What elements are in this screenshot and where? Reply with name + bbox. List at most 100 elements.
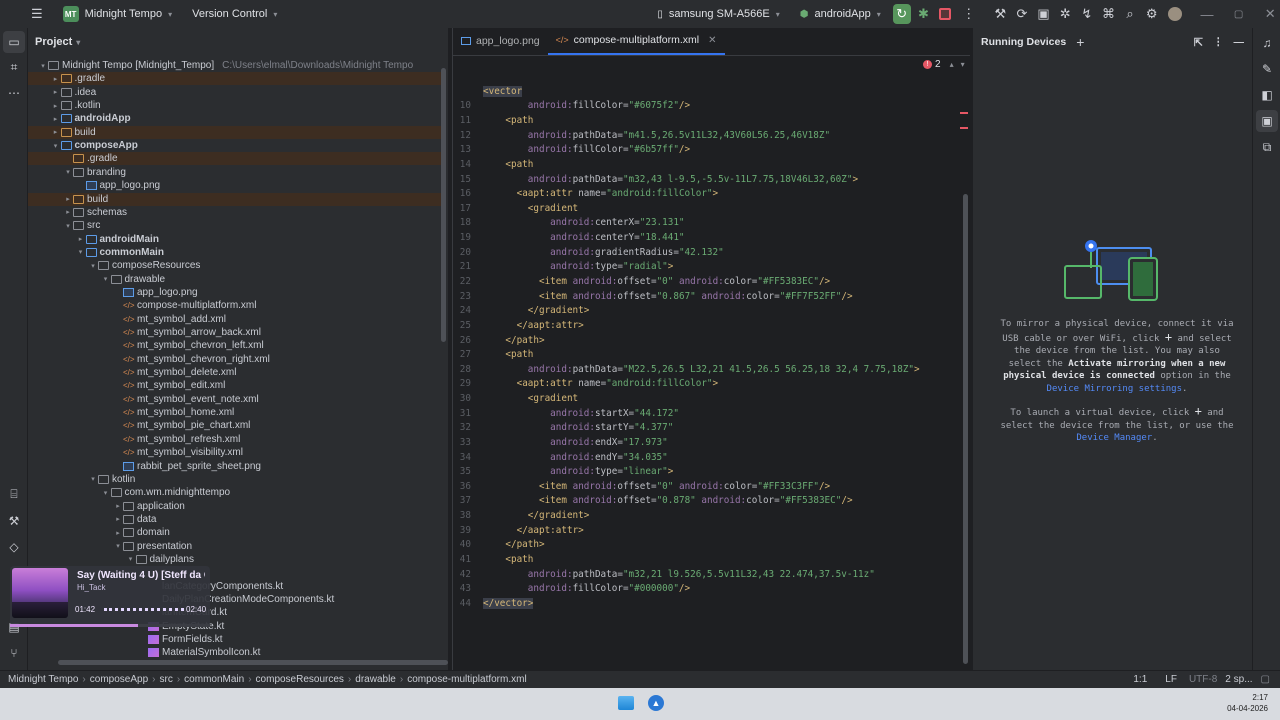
resource-manager-icon[interactable]: ⌗	[3, 56, 25, 78]
tree-item[interactable]: ▸ .gradle	[28, 72, 442, 86]
lock-icon[interactable]: ▢	[1261, 674, 1270, 685]
bug-icon[interactable]: ✲	[1055, 3, 1075, 25]
code-line[interactable]: <vector	[453, 84, 953, 99]
code-area[interactable]: <vector 10 android:fillColor="#6075f2"/> 1…	[453, 56, 971, 670]
code-line[interactable]: 13 android:fillColor="#6b57ff"/>	[453, 143, 953, 158]
code-line[interactable]: 44 </vector>	[453, 596, 953, 611]
add-device-icon[interactable]: +	[1076, 34, 1084, 50]
expanded-arrow-icon[interactable]: ▾	[101, 275, 111, 283]
error-marker[interactable]	[960, 127, 968, 129]
tree-item[interactable]: ▾ dailyplans	[28, 553, 442, 566]
code-line[interactable]: 25 </aapt:attr>	[453, 318, 953, 333]
hide-panel-icon[interactable]: —	[1234, 36, 1245, 48]
tree-item[interactable]: ▾ kotlin	[28, 473, 442, 486]
code-line[interactable]: 34 android:endY="34.035"	[453, 450, 953, 465]
gemini-icon[interactable]: ✎	[1256, 58, 1278, 80]
tree-item[interactable]: </> mt_symbol_event_note.xml	[28, 393, 442, 406]
media-player-overlay[interactable]: Say (Waiting 4 U) [Steff da C Hi_Tack 01…	[10, 566, 210, 626]
collapsed-arrow-icon[interactable]: ▸	[113, 529, 123, 537]
tree-item[interactable]: ▾ presentation	[28, 540, 442, 553]
vcs-selector[interactable]: Version Control ▾	[186, 3, 283, 25]
file-encoding[interactable]: UTF-8	[1189, 674, 1217, 685]
tree-item[interactable]: ▾ composeResources	[28, 259, 442, 272]
code-line[interactable]: 23 <item android:offset="0.867" android:…	[453, 289, 953, 304]
collapsed-arrow-icon[interactable]: ▸	[51, 88, 61, 96]
notifications-icon[interactable]: ♫	[1256, 32, 1278, 54]
project-selector[interactable]: MT Midnight Tempo ▾	[57, 3, 178, 25]
tree-item[interactable]: ▸ .kotlin	[28, 99, 442, 112]
indent-setting[interactable]: 2 sp...	[1225, 674, 1252, 685]
device-explorer-icon[interactable]: ⧉	[1256, 136, 1278, 158]
stop-icon[interactable]	[935, 3, 955, 25]
tree-item[interactable]: ▸ androidApp	[28, 112, 442, 125]
tree-item[interactable]: </> mt_symbol_arrow_back.xml	[28, 326, 442, 339]
expanded-arrow-icon[interactable]: ▾	[38, 62, 48, 70]
more-options-icon[interactable]: ⋮	[1213, 36, 1224, 48]
collapsed-arrow-icon[interactable]: ▸	[113, 515, 123, 523]
tree-item[interactable]: </> mt_symbol_refresh.xml	[28, 433, 442, 446]
code-line[interactable]: 11 <path	[453, 113, 953, 128]
code-line[interactable]: 16 <aapt:attr name="android:fillColor">	[453, 186, 953, 201]
gradle-icon[interactable]: ◧	[1256, 84, 1278, 106]
code-line[interactable]: 17 <gradient	[453, 201, 953, 216]
collapsed-arrow-icon[interactable]: ▸	[51, 128, 61, 136]
code-line[interactable]: 29 <aapt:attr name="android:fillColor">	[453, 377, 953, 392]
project-tool-icon[interactable]: ▭	[3, 31, 25, 53]
tree-item[interactable]: </> mt_symbol_pie_chart.xml	[28, 419, 442, 432]
breadcrumb-item[interactable]: compose-multiplatform.xml	[407, 674, 526, 685]
settings-gear-icon[interactable]: ⚙	[1142, 3, 1162, 25]
expanded-arrow-icon[interactable]: ▾	[63, 168, 73, 176]
tree-item[interactable]: ▸ schemas	[28, 206, 442, 219]
tree-item[interactable]: .gradle	[28, 152, 442, 166]
avatar[interactable]	[1166, 3, 1186, 25]
code-line[interactable]: 14 <path	[453, 157, 953, 172]
code-line[interactable]: 24 </gradient>	[453, 303, 953, 318]
tree-item[interactable]: FormFields.kt	[28, 633, 442, 646]
code-line[interactable]: 22 <item android:offset="0" android:colo…	[453, 274, 953, 289]
code-line[interactable]: 20 android:gradientRadius="42.132"	[453, 245, 953, 260]
code-scrollbar[interactable]	[963, 194, 968, 664]
project-panel-header[interactable]: Project ▾	[28, 28, 448, 56]
search-icon[interactable]: ⌕	[1120, 3, 1140, 25]
code-line[interactable]: 36 <item android:offset="0" android:colo…	[453, 479, 953, 494]
build-variants-icon[interactable]: ⌸	[3, 483, 25, 505]
breadcrumb-item[interactable]: commonMain	[184, 674, 244, 685]
line-separator[interactable]: LF	[1165, 674, 1177, 685]
tree-item[interactable]: </> compose-multiplatform.xml	[28, 299, 442, 312]
tree-item[interactable]: MaterialSymbolIcon.kt	[28, 646, 442, 659]
file-explorer-icon[interactable]	[618, 696, 634, 710]
device-manager-icon[interactable]: ▣	[1034, 3, 1054, 25]
minimize-icon[interactable]: —	[1197, 3, 1217, 25]
collapsed-arrow-icon[interactable]: ▸	[113, 502, 123, 510]
tree-item[interactable]: </> mt_symbol_delete.xml	[28, 366, 442, 379]
expanded-arrow-icon[interactable]: ▾	[88, 475, 98, 483]
expanded-arrow-icon[interactable]: ▾	[113, 542, 123, 550]
breadcrumb-item[interactable]: composeApp	[90, 674, 148, 685]
vertical-scrollbar[interactable]	[441, 68, 446, 342]
code-line[interactable]: 12 android:pathData="m41.5,26.5v11L32,43…	[453, 128, 953, 143]
tree-item[interactable]: </> mt_symbol_edit.xml	[28, 379, 442, 392]
code-line[interactable]: 27 <path	[453, 347, 953, 362]
code-line[interactable]: 43 android:fillColor="#000000"/>	[453, 581, 953, 596]
expanded-arrow-icon[interactable]: ▾	[76, 248, 86, 256]
tree-item[interactable]: app_logo.png	[28, 179, 442, 192]
code-line[interactable]: 39 </aapt:attr>	[453, 523, 953, 538]
breadcrumb-item[interactable]: composeResources	[256, 674, 344, 685]
expanded-arrow-icon[interactable]: ▾	[126, 555, 136, 563]
code-line[interactable]: 19 android:centerY="18.441"	[453, 230, 953, 245]
device-selector[interactable]: ▯ samsung SM-A566E ▾	[651, 3, 785, 25]
code-line[interactable]: 35 android:type="linear">	[453, 464, 953, 479]
android-studio-icon[interactable]: ▲	[648, 695, 664, 711]
maximize-icon[interactable]: ▢	[1229, 3, 1249, 25]
code-with-me-icon[interactable]: ⌘	[1099, 3, 1119, 25]
code-line[interactable]: 38 </gradient>	[453, 508, 953, 523]
debug-icon[interactable]: ✱	[914, 3, 934, 25]
code-line[interactable]: 33 android:endX="17.973"	[453, 435, 953, 450]
code-line[interactable]: 42 android:pathData="m32,21 l9.526,5.5v1…	[453, 567, 953, 582]
code-line[interactable]: 41 <path	[453, 552, 953, 567]
code-line[interactable]: 37 <item android:offset="0.878" android:…	[453, 494, 953, 509]
git-icon[interactable]: ⑂	[3, 642, 25, 664]
profiler-icon[interactable]: ↯	[1077, 3, 1097, 25]
close-icon[interactable]: ✕	[1260, 3, 1280, 25]
horizontal-scrollbar[interactable]	[58, 660, 448, 665]
